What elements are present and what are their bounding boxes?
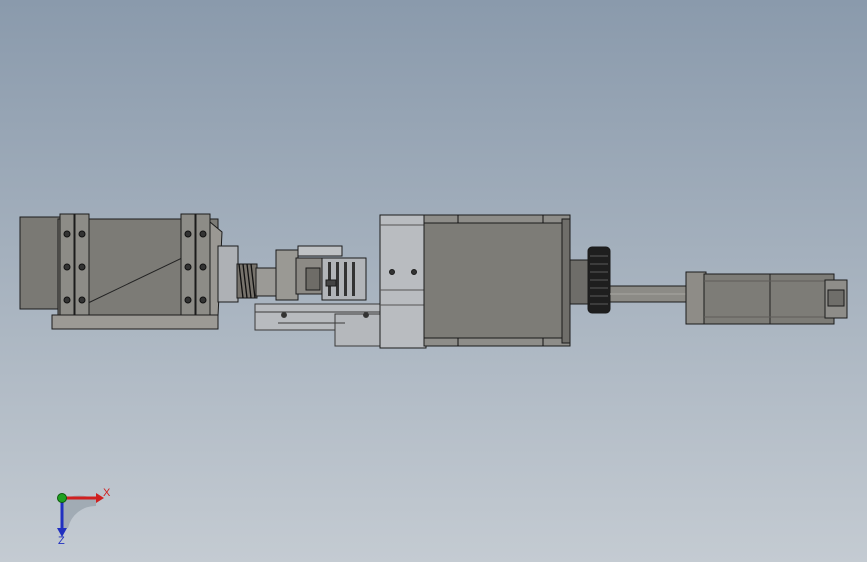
z-axis-label: Z xyxy=(58,535,65,547)
motor-end-plate xyxy=(561,218,571,344)
servo-connector xyxy=(827,289,845,307)
housing-end-cap xyxy=(19,216,61,310)
servo-front xyxy=(685,271,707,325)
triad-arc-icon xyxy=(62,495,96,528)
orientation-triad: X Z xyxy=(57,487,111,547)
slide-lower-block xyxy=(334,313,386,347)
servo-motor[interactable] xyxy=(685,271,848,325)
base-slide[interactable] xyxy=(254,303,386,347)
y-axis-dot-icon xyxy=(57,493,67,503)
motor-body xyxy=(423,214,571,347)
stepper-motor[interactable] xyxy=(379,214,571,349)
coupling-screw xyxy=(325,279,337,287)
bracket-arm xyxy=(297,245,343,257)
motor-top-band xyxy=(423,214,571,224)
gear-motor-housing[interactable] xyxy=(19,213,223,330)
motor-bottom-band xyxy=(423,337,571,347)
knob-hub xyxy=(569,259,589,305)
model-viewport[interactable] xyxy=(0,0,867,562)
spring-end xyxy=(255,267,277,297)
bracket-nut xyxy=(305,267,321,291)
bracket-upright xyxy=(275,249,299,301)
motor-flange xyxy=(379,214,427,349)
output-collar xyxy=(217,245,239,303)
adjustment-knob[interactable] xyxy=(569,246,611,314)
shaft[interactable] xyxy=(609,285,689,303)
housing-base-plate xyxy=(51,314,219,330)
x-axis-label: X xyxy=(103,487,111,499)
spring-coupling[interactable] xyxy=(217,245,277,303)
flexible-coupling[interactable] xyxy=(321,257,367,301)
